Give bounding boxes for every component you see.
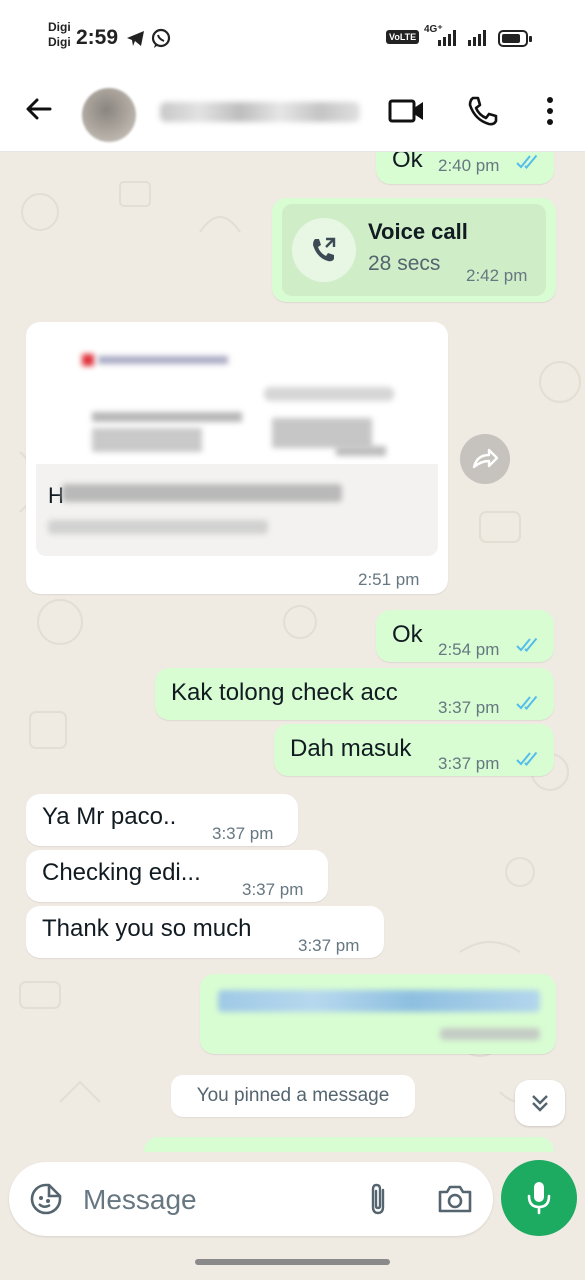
- read-ticks-icon: [516, 751, 538, 766]
- message-bubble-outgoing[interactable]: Dah masuk 3:37 pm: [274, 724, 554, 776]
- signal-bars-2-icon: [468, 30, 486, 46]
- message-input[interactable]: Message: [83, 1184, 197, 1216]
- outgoing-call-icon: [313, 237, 336, 262]
- signal-bars-1-icon: [438, 30, 456, 46]
- read-ticks-icon: [516, 695, 538, 710]
- message-bubble-incoming[interactable]: Checking edi... 3:37 pm: [26, 850, 328, 902]
- phone-icon[interactable]: [466, 94, 500, 128]
- carrier-2: Digi: [48, 35, 71, 49]
- camera-icon[interactable]: [437, 1184, 473, 1214]
- document-caption-area: H: [36, 464, 438, 556]
- battery-icon: [498, 30, 532, 47]
- message-bubble-outgoing-partial[interactable]: [144, 1137, 554, 1152]
- message-time: 3:37 pm: [298, 936, 360, 955]
- avatar[interactable]: [82, 88, 136, 142]
- scroll-to-bottom-button[interactable]: [515, 1080, 565, 1126]
- message-bubble-link[interactable]: [200, 974, 556, 1054]
- telegram-icon: [127, 31, 144, 46]
- message-time: 3:37 pm: [438, 754, 500, 773]
- more-vert-icon[interactable]: [540, 94, 560, 128]
- message-time-redacted: [440, 1028, 540, 1040]
- message-time: 2:54 pm: [438, 640, 500, 659]
- call-duration: 28 secs: [368, 252, 441, 275]
- whatsapp-icon: [151, 28, 171, 48]
- message-text: Ok: [392, 621, 423, 648]
- chat-header: [0, 72, 585, 152]
- message-text: Ya Mr paco..: [42, 803, 177, 830]
- message-text: Dah masuk: [290, 735, 412, 762]
- forward-button[interactable]: [460, 434, 510, 484]
- document-logo: [82, 354, 94, 366]
- read-ticks-icon: [516, 154, 538, 169]
- status-bar: Digi Digi 2:59 VoLTE 4G⁺: [0, 0, 585, 72]
- contact-name[interactable]: [160, 102, 360, 122]
- status-time: 2:59: [76, 26, 119, 49]
- double-chevron-down-icon: [532, 1095, 548, 1112]
- message-time: 2:40 pm: [438, 156, 500, 175]
- call-icon-circle: [292, 218, 356, 282]
- volte-badge: VoLTE: [386, 30, 420, 44]
- message-time: 3:37 pm: [242, 880, 304, 899]
- microphone-icon: [527, 1182, 551, 1215]
- link-text-redacted[interactable]: [218, 990, 540, 1012]
- message-time: 3:37 pm: [438, 698, 500, 717]
- message-text: Thank you so much: [42, 915, 252, 942]
- back-arrow-icon[interactable]: [22, 92, 56, 126]
- message-bubble-document[interactable]: H 2:51 pm: [26, 322, 448, 594]
- message-time: 3:37 pm: [212, 824, 274, 843]
- read-ticks-icon: [516, 637, 538, 652]
- sticker-icon[interactable]: [29, 1182, 63, 1216]
- voice-call-bubble[interactable]: Voice call 28 secs 2:42 pm: [272, 198, 556, 302]
- call-title: Voice call: [368, 219, 468, 244]
- message-bubble-outgoing[interactable]: Ok 2:40 pm: [376, 152, 554, 184]
- message-text: Ok: [392, 152, 423, 173]
- message-bubble-outgoing[interactable]: Ok 2:54 pm: [376, 610, 554, 662]
- chat-area[interactable]: Ok 2:40 pm Voice call 28 secs 2:42 pm H …: [0, 152, 585, 1152]
- video-call-icon[interactable]: [388, 94, 426, 128]
- message-bubble-incoming[interactable]: Ya Mr paco.. 3:37 pm: [26, 794, 298, 846]
- system-message-pinned: You pinned a message: [171, 1075, 415, 1117]
- carrier-labels: Digi Digi: [48, 20, 71, 50]
- forward-icon: [472, 448, 499, 469]
- message-text: Checking edi...: [42, 859, 201, 886]
- message-bubble-outgoing[interactable]: Kak tolong check acc 3:37 pm: [155, 668, 554, 720]
- message-composer[interactable]: Message: [9, 1162, 493, 1236]
- message-time: 2:51 pm: [358, 570, 420, 589]
- gesture-home-bar[interactable]: [195, 1259, 390, 1265]
- carrier-1: Digi: [48, 20, 71, 34]
- attach-icon[interactable]: [366, 1181, 390, 1217]
- voice-record-button[interactable]: [501, 1160, 577, 1236]
- message-time: 2:42 pm: [466, 266, 528, 285]
- message-text: Kak tolong check acc: [171, 679, 398, 706]
- message-bubble-incoming[interactable]: Thank you so much 3:37 pm: [26, 906, 384, 958]
